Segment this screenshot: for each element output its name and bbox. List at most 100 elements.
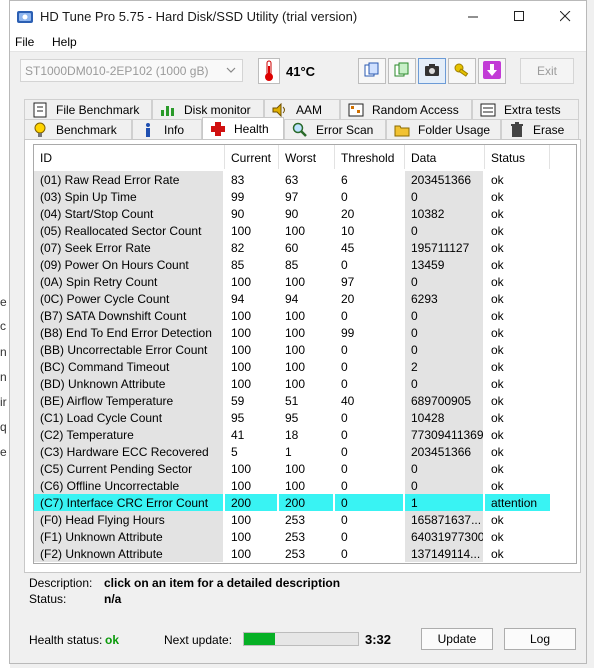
column-header[interactable]: Threshold — [335, 145, 405, 169]
table-cell: 51 — [285, 394, 299, 408]
maximize-button[interactable] — [496, 1, 542, 32]
table-cell: ok — [491, 411, 504, 425]
table-cell: 200 — [279, 494, 333, 511]
table-row[interactable]: (BD) Unknown Attribute 100 100 0 0 ok — [34, 375, 576, 392]
table-row[interactable]: (B7) SATA Downshift Count 100 100 0 0 ok — [34, 307, 576, 324]
table-row[interactable]: (C1) Load Cycle Count 95 95 0 10428 ok — [34, 409, 576, 426]
table-row[interactable]: (C6) Offline Uncorrectable 100 100 0 0 ok — [34, 477, 576, 494]
table-row[interactable]: (09) Power On Hours Count 85 85 0 13459 ok — [34, 256, 576, 273]
table-cell: (09) Power On Hours Count — [34, 256, 223, 273]
column-header[interactable]: ID — [34, 145, 225, 169]
table-cell: (B7) SATA Downshift Count — [34, 307, 223, 324]
table-cell: 0 — [341, 377, 348, 391]
options-button[interactable] — [448, 58, 476, 84]
table-row[interactable]: (03) Spin Up Time 99 97 0 0 ok — [34, 188, 576, 205]
column-header[interactable]: Data — [405, 145, 485, 169]
table-cell: 83 — [231, 173, 245, 187]
table-cell: (C5) Current Pending Sector — [34, 460, 223, 477]
window-title: HD Tune Pro 5.75 - Hard Disk/SSD Utility… — [40, 9, 358, 24]
column-header[interactable]: Worst — [279, 145, 335, 169]
close-button[interactable] — [542, 1, 586, 32]
column-header[interactable]: Current — [225, 145, 279, 169]
table-row[interactable]: (BE) Airflow Temperature 59 51 40 689700905 o… — [34, 392, 576, 409]
table-row[interactable]: (04) Start/Stop Count 90 90 20 10382 ok — [34, 205, 576, 222]
table-cell: 100 — [285, 343, 306, 357]
table-cell: 0 — [405, 324, 483, 341]
tab-extra-tests[interactable]: Extra tests — [472, 99, 579, 119]
table-cell: 100 — [285, 360, 306, 374]
checklist-icon — [479, 102, 497, 118]
background-text-fragment: e — [0, 445, 7, 459]
minimize-button[interactable] — [450, 1, 496, 32]
table-cell: 195711127 — [405, 239, 483, 256]
table-row[interactable]: (F2) Unknown Attribute 100 253 0 137149114..… — [34, 545, 576, 562]
table-cell: (07) Seek Error Rate — [34, 239, 223, 256]
table-cell: (BD) Unknown Attribute — [34, 375, 223, 392]
table-cell: 0 — [405, 188, 483, 205]
description-label: Description: — [29, 576, 93, 590]
table-cell: 0 — [341, 428, 348, 442]
table-row[interactable]: (05) Reallocated Sector Count 100 100 10 0 ok — [34, 222, 576, 239]
table-cell: ok — [491, 190, 504, 204]
tab-health[interactable]: Health — [202, 117, 284, 139]
table-row[interactable]: (01) Raw Read Error Rate 83 63 6 203451366 ok — [34, 171, 576, 188]
tab-label: Error Scan — [316, 122, 374, 137]
table-cell: 100 — [231, 360, 252, 374]
background-text-fragment: c — [0, 319, 6, 333]
tab-benchmark[interactable]: Benchmark — [24, 119, 132, 139]
tab-folder-usage[interactable]: Folder Usage — [386, 119, 501, 139]
table-row[interactable]: (C7) Interface CRC Error Count 200 200 0 1 at… — [34, 494, 576, 511]
tab-random-access[interactable]: Random Access — [340, 99, 472, 119]
table-row[interactable]: (B8) End To End Error Detection 100 100 99 0… — [34, 324, 576, 341]
table-cell: 97 — [341, 275, 355, 289]
background-text-fragment: e — [0, 295, 7, 309]
table-cell: 40 — [341, 394, 355, 408]
table-cell: 0 — [341, 343, 348, 357]
table-row[interactable]: (0C) Power Cycle Count 94 94 20 6293 ok — [34, 290, 576, 307]
table-row[interactable]: (07) Seek Error Rate 82 60 45 195711127 ok — [34, 239, 576, 256]
table-row[interactable]: (F1) Unknown Attribute 100 253 0 64031977300… — [34, 528, 576, 545]
table-cell: 100 — [231, 326, 252, 340]
tab-aam[interactable]: AAM — [264, 99, 340, 119]
table-cell: 100 — [285, 479, 306, 493]
table-cell: 60 — [285, 241, 299, 255]
column-header[interactable]: Status — [485, 145, 550, 169]
menu-help[interactable]: Help — [52, 35, 77, 49]
table-row[interactable]: (BB) Uncorrectable Error Count 100 100 0 0 ok — [34, 341, 576, 358]
menu-file[interactable]: File — [15, 35, 34, 49]
camera-icon — [424, 63, 440, 80]
table-cell: 100 — [285, 224, 306, 238]
bar-chart-icon — [159, 102, 177, 118]
table-cell: 100 — [285, 309, 306, 323]
table-row[interactable]: (BC) Command Timeout 100 100 0 2 ok — [34, 358, 576, 375]
thermometer-icon — [258, 58, 280, 84]
table-row[interactable]: (C5) Current Pending Sector 100 100 0 0 ok — [34, 460, 576, 477]
screenshot-button[interactable] — [418, 58, 446, 84]
tab-disk-monitor[interactable]: Disk monitor — [152, 99, 264, 119]
tab-erase[interactable]: Erase — [501, 119, 579, 139]
table-row[interactable]: (C2) Temperature 41 18 0 77309411369 ok — [34, 426, 576, 443]
table-cell: 94 — [231, 292, 245, 306]
magnifier-icon — [291, 122, 309, 138]
table-cell: 85 — [285, 258, 299, 272]
table-row[interactable]: (0A) Spin Retry Count 100 100 97 0 ok — [34, 273, 576, 290]
smart-table[interactable]: ID Current Worst Threshold Data Status (01) R… — [33, 144, 577, 564]
table-cell: 253 — [285, 547, 306, 561]
copy-screenshot-button[interactable] — [388, 58, 416, 84]
table-cell: 63 — [285, 173, 299, 187]
log-button[interactable]: Log — [504, 628, 576, 650]
tab-error-scan[interactable]: Error Scan — [284, 119, 386, 139]
exit-button[interactable]: Exit — [520, 58, 574, 84]
drive-select[interactable]: ST1000DM010-2EP102 (1000 gB) — [20, 59, 243, 82]
save-button[interactable] — [478, 58, 506, 84]
tab-info[interactable]: Info — [132, 119, 202, 139]
menu-bar: File Help — [10, 32, 586, 52]
table-cell: ok — [491, 224, 504, 238]
copy-icon — [364, 62, 380, 81]
update-button[interactable]: Update — [421, 628, 493, 650]
tab-file-benchmark[interactable]: File Benchmark — [24, 99, 152, 119]
table-row[interactable]: (F0) Head Flying Hours 100 253 0 165871637..… — [34, 511, 576, 528]
table-row[interactable]: (C3) Hardware ECC Recovered 5 1 0 203451366 o… — [34, 443, 576, 460]
copy-info-button[interactable] — [358, 58, 386, 84]
table-cell: 99 — [231, 190, 245, 204]
